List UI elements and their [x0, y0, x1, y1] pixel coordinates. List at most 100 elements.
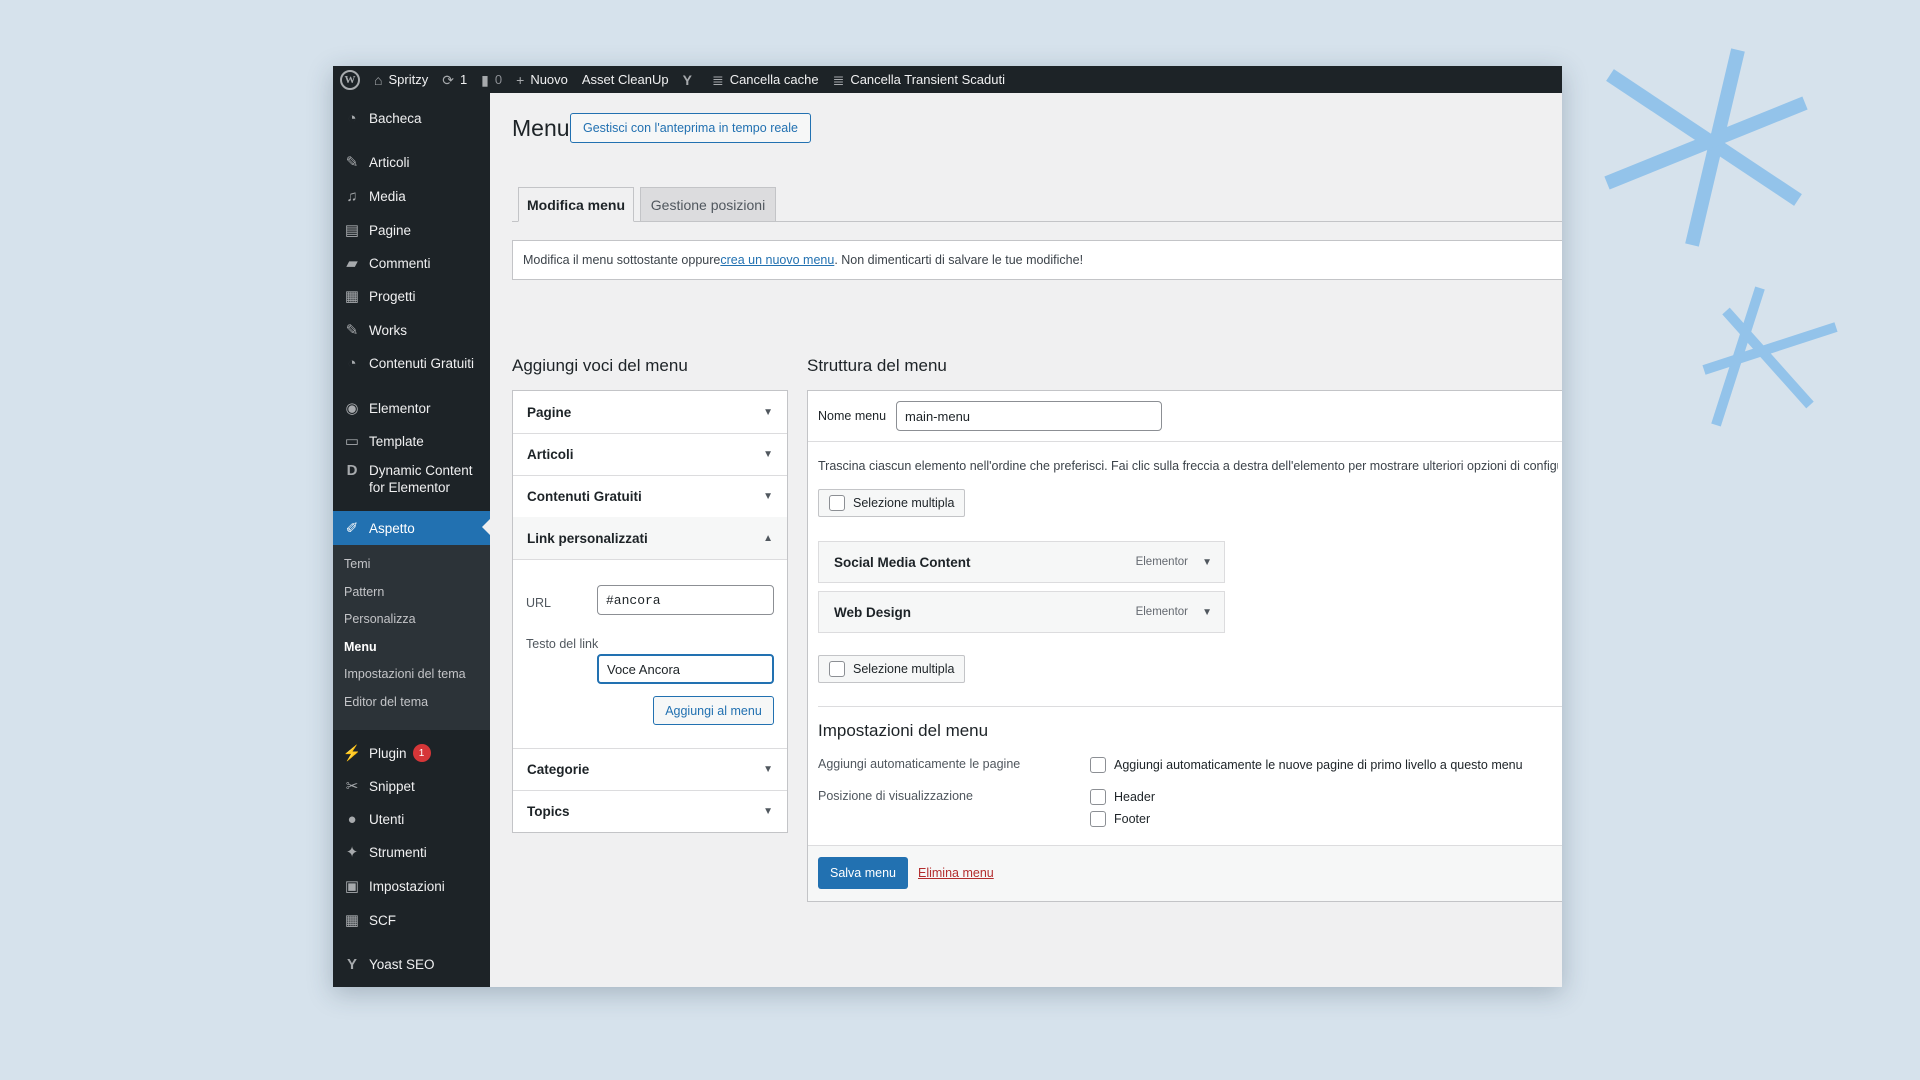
sidebar-item-template[interactable]: ▭ Template: [333, 426, 490, 456]
sidebar-item-elementor[interactable]: ◉ Elementor: [333, 393, 490, 423]
media-icon: ♫: [346, 187, 358, 205]
sidebar-item-yoast[interactable]: Y Yoast SEO: [333, 949, 490, 979]
sidebar-item-pagine[interactable]: ▤ Pagine: [333, 215, 490, 245]
create-new-menu-link[interactable]: crea un nuovo menu: [720, 253, 834, 267]
sidebar-item-works[interactable]: ✎ Works: [333, 315, 490, 345]
accordion-label: Contenuti Gratuiti: [527, 488, 642, 504]
live-preview-button[interactable]: Gestisci con l'anteprima in tempo reale: [570, 113, 811, 143]
edit-notice: Modifica il menu sottostante oppure crea…: [512, 240, 1562, 280]
sidebar-item-label: Strumenti: [369, 844, 427, 860]
url-input[interactable]: #ancora: [597, 585, 774, 615]
sidebar-item-commenti[interactable]: ▰ Commenti: [333, 248, 490, 278]
bulk-select-top[interactable]: Selezione multipla: [818, 489, 966, 517]
refresh-icon: ⟳: [442, 71, 454, 88]
menu-name-input[interactable]: main-menu: [896, 401, 1162, 431]
asset-cleanup-link[interactable]: Asset CleanUp: [575, 66, 676, 93]
site-name: Spritzy: [388, 72, 429, 87]
checkbox-icon: [1090, 757, 1106, 773]
submenu-item-pattern[interactable]: Pattern: [344, 585, 384, 599]
accordion-articoli[interactable]: Articoli ▼: [513, 433, 787, 476]
submenu-item-temi[interactable]: Temi: [344, 557, 370, 571]
wordpress-logo-button[interactable]: W: [333, 66, 367, 93]
accordion-label: Link personalizzati: [527, 530, 648, 546]
submenu-item-personalizza[interactable]: Personalizza: [344, 612, 416, 626]
add-items-accordion: Pagine ▼ Articoli ▼ Contenuti Gratuiti ▼ Li…: [512, 390, 788, 833]
caret-down-icon: ▼: [763, 448, 773, 460]
accordion-label: Topics: [527, 804, 570, 819]
caret-down-icon[interactable]: ▼: [1202, 607, 1212, 618]
accordion-contenuti-gratuiti[interactable]: Contenuti Gratuiti ▼: [513, 475, 787, 518]
pin-icon: ✎: [345, 322, 359, 339]
sidebar-item-articoli[interactable]: ✎ Articoli: [333, 147, 490, 177]
asterisk-decoration-small: [1702, 286, 1838, 427]
caret-down-icon: ▼: [763, 764, 773, 775]
clear-cache-label: Cancella cache: [729, 72, 819, 87]
folder-icon: ▭: [344, 433, 360, 450]
submenu-item-menu[interactable]: Menu: [344, 640, 377, 654]
accordion-pagine[interactable]: Pagine ▼: [513, 391, 787, 434]
sidebar-item-progetti[interactable]: ▦ Progetti: [333, 281, 490, 311]
updates-link[interactable]: ⟳ 1: [435, 66, 474, 93]
sidebar-item-snippet[interactable]: ✂ Snippet: [333, 771, 490, 801]
delete-menu-link[interactable]: Elimina menu: [918, 866, 994, 880]
clear-transient-link[interactable]: ≣ Cancella Transient Scaduti: [826, 66, 1012, 93]
add-to-menu-button[interactable]: Aggiungi al menu: [653, 696, 774, 725]
menu-item-web-design[interactable]: Web Design Elementor ▼: [818, 591, 1225, 633]
clear-cache-link[interactable]: ≣ Cancella cache: [705, 66, 826, 93]
sidebar-item-strumenti[interactable]: ✦ Strumenti: [333, 837, 490, 867]
appearance-submenu: Temi Pattern Personalizza Menu Impostazi…: [333, 545, 490, 730]
sidebar-item-label: Yoast SEO: [369, 956, 435, 972]
menu-item-social-media[interactable]: Social Media Content Elementor ▼: [818, 541, 1225, 583]
dashboard-icon: ◔: [347, 109, 357, 127]
sidebar-item-contenuti-gratuiti[interactable]: ◔ Contenuti Gratuiti: [333, 348, 490, 378]
sidebar-item-aspetto[interactable]: ✐ Aspetto: [333, 511, 490, 545]
sidebar-item-plugin[interactable]: ⚡ Plugin 1: [333, 738, 490, 768]
yoast-link[interactable]: Y: [676, 66, 705, 93]
caret-down-icon: ▼: [763, 490, 773, 502]
location-header-label: Header: [1114, 790, 1155, 804]
bulk-select-bottom[interactable]: Selezione multipla: [818, 655, 966, 683]
auto-add-label: Aggiungi automaticamente le pagine: [818, 757, 1021, 771]
sidebar-item-impostazioni[interactable]: ▣ Impostazioni: [333, 871, 490, 901]
tab-modifica-menu[interactable]: Modifica menu: [518, 187, 634, 222]
submenu-item-impostazioni-tema[interactable]: Impostazioni del tema: [344, 667, 466, 681]
sidebar-item-utenti[interactable]: ● Utenti: [333, 804, 490, 834]
database-icon: ≣: [832, 71, 845, 88]
elementor-icon: ◉: [345, 400, 359, 417]
sidebar-item-bacheca[interactable]: ◔ Bacheca: [333, 103, 490, 133]
notice-text-before: Modifica il menu sottostante oppure: [523, 253, 721, 267]
bulk-select-label: Selezione multipla: [853, 662, 955, 676]
tab-gestione-posizioni[interactable]: Gestione posizioni: [640, 187, 776, 222]
asterisk-decoration-large: [1604, 48, 1808, 247]
accordion-categorie[interactable]: Categorie ▼: [513, 748, 787, 791]
comments-link[interactable]: ▮ 0: [474, 66, 509, 93]
admin-bar: W ⌂ Spritzy ⟳ 1 ▮ 0 + Nuovo Asset CleanUp Y …: [333, 66, 1562, 93]
comments-count: 0: [494, 72, 503, 87]
save-menu-button[interactable]: Salva menu: [818, 857, 908, 889]
scissors-icon: ✂: [345, 778, 359, 795]
new-content-link[interactable]: + Nuovo: [509, 66, 575, 93]
site-name-link[interactable]: ⌂ Spritzy: [367, 66, 435, 93]
menu-structure-panel: Nome menu main-menu Trascina ciascun ele…: [807, 390, 1562, 902]
sidebar-item-scf[interactable]: ▦ SCF: [333, 905, 490, 935]
sidebar-item-label: SCF: [369, 912, 396, 928]
auto-add-option-label: Aggiungi automaticamente le nuove pagine…: [1114, 758, 1523, 772]
menu-item-title: Social Media Content: [834, 554, 971, 570]
sidebar-item-label: Articoli: [369, 154, 410, 170]
caret-down-icon[interactable]: ▼: [1202, 557, 1212, 568]
sidebar-item-media[interactable]: ♫ Media: [333, 181, 490, 211]
menu-settings-heading: Impostazioni del menu: [818, 721, 989, 740]
caret-up-icon: ▲: [763, 532, 773, 544]
clear-transient-label: Cancella Transient Scaduti: [850, 72, 1005, 87]
link-text-input[interactable]: Voce Ancora: [597, 654, 774, 684]
accordion-link-personalizzati[interactable]: Link personalizzati ▲: [513, 517, 787, 560]
location-footer-checkbox[interactable]: Footer: [1090, 811, 1150, 827]
accordion-topics[interactable]: Topics ▼: [513, 790, 787, 833]
dashboard-icon: ◔: [347, 354, 357, 372]
sidebar-item-label: Snippet: [369, 778, 415, 794]
submenu-item-editor-tema[interactable]: Editor del tema: [344, 695, 428, 709]
location-header-checkbox[interactable]: Header: [1090, 789, 1155, 805]
auto-add-checkbox[interactable]: Aggiungi automaticamente le nuove pagine…: [1090, 757, 1523, 773]
sidebar-item-dynamic-content[interactable]: D Dynamic Content for Elementor: [333, 456, 490, 500]
browser-window: W ⌂ Spritzy ⟳ 1 ▮ 0 + Nuovo Asset CleanUp Y …: [333, 66, 1562, 987]
